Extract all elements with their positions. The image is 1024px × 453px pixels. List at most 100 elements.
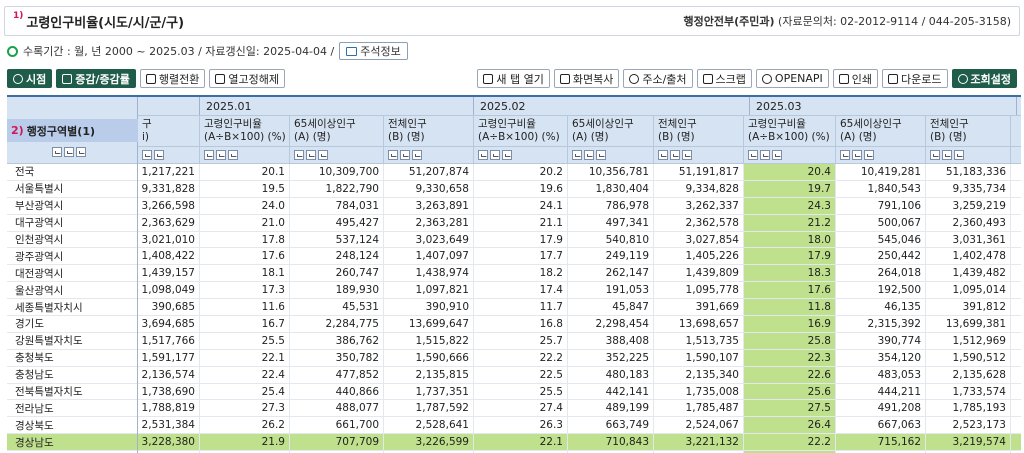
column-header[interactable]: 전체인구 (B) (명) <box>926 116 1011 146</box>
address-source-button[interactable]: 주소/출처 <box>623 69 693 88</box>
column-header[interactable]: 전체인구 (B) (명) <box>654 116 744 146</box>
collapse-icon[interactable] <box>682 150 692 160</box>
collapse-icon[interactable] <box>596 150 606 160</box>
row-dimension-label[interactable]: 2) 행정구역별(1) <box>7 119 138 142</box>
change-rate-button[interactable]: 증감/증감률 <box>56 69 136 88</box>
table-cell: 1,095,014 <box>926 282 1011 299</box>
row-name[interactable]: 경상북도 <box>7 417 137 435</box>
row-name[interactable]: 울산광역시 <box>7 282 137 300</box>
row-name[interactable]: 전라남도 <box>7 400 137 418</box>
row-name[interactable]: 충청남도 <box>7 367 137 384</box>
collapse-icon[interactable] <box>954 150 964 160</box>
sort-up-icon[interactable] <box>572 150 582 160</box>
table-cell: 1,439,157 <box>138 265 200 282</box>
sort-down-icon[interactable] <box>490 150 500 160</box>
row-name[interactable]: 경기도 <box>7 316 137 333</box>
column-header[interactable]: 전체인구 (B) (명) <box>384 116 474 146</box>
sort-up-icon[interactable] <box>930 150 940 160</box>
collapse-icon[interactable] <box>318 150 328 160</box>
column-header[interactable]: 65세이상인구 (A) (명) <box>836 116 926 146</box>
table-cell: 791,106 <box>836 197 926 214</box>
collapse-icon[interactable] <box>772 150 782 160</box>
page-title: 고령인구비율(시도/시/군/구) <box>26 15 185 31</box>
row-name[interactable]: 강원특별자치도 <box>7 333 137 350</box>
collapse-icon[interactable] <box>154 150 164 160</box>
sort-up-icon[interactable] <box>478 150 488 160</box>
column-header-row: 구 i) 고령인구비율 (A÷B×100) (%) 65세이상인구 (A) (명) 전체인구… <box>138 116 1021 147</box>
time-button[interactable]: 시점 <box>7 69 53 88</box>
note-info-button[interactable]: 주석정보 <box>339 42 408 60</box>
row-name[interactable]: 충청북도 <box>7 350 137 367</box>
column-header[interactable]: 고령인구비율 (A÷B×100) (%) <box>474 116 568 146</box>
row-name[interactable]: 대전광역시 <box>7 265 137 283</box>
collapse-icon[interactable] <box>502 150 512 160</box>
table-row: 1,439,157 18.1 260,747 1,438,974 18.2 262,147… <box>138 265 1021 283</box>
row-name[interactable]: 대구광역시 <box>7 215 137 232</box>
period-header[interactable]: 2025.02 <box>474 97 750 115</box>
pivot-button[interactable]: 행렬전환 <box>139 69 206 88</box>
table-row: 1,591,177 22.1 350,782 1,590,666 22.2 352,225… <box>138 349 1021 367</box>
sort-up-icon[interactable] <box>294 150 304 160</box>
sort-up-icon[interactable] <box>388 150 398 160</box>
row-name[interactable]: 서울특별시 <box>7 181 137 198</box>
row-name[interactable]: 전국 <box>7 164 137 181</box>
column-controls <box>926 147 1011 163</box>
sort-down-icon[interactable] <box>584 150 594 160</box>
sort-down-icon[interactable] <box>306 150 316 160</box>
sort-down-icon[interactable] <box>216 150 226 160</box>
table-cell: 442,141 <box>568 383 654 400</box>
contact-info: (자료문의처: 02-2012-9114 / 044-205-3158) <box>774 15 1011 28</box>
sort-up-icon[interactable] <box>52 147 62 157</box>
openapi-button[interactable]: OPENAPI <box>755 69 829 88</box>
table-cell: 45,531 <box>290 299 384 316</box>
download-button[interactable]: 다운로드 <box>882 69 948 88</box>
screen-copy-button[interactable]: 화면복사 <box>553 69 620 88</box>
screen-copy-label: 화면복사 <box>572 72 614 86</box>
table-cell: 2,360,493 <box>926 214 1011 231</box>
table-cell: 667,063 <box>836 417 926 434</box>
new-tab-label: 새 탭 열기 <box>496 72 544 86</box>
column-header-line: (A) (명) <box>840 131 877 143</box>
query-settings-button[interactable]: 조회설정 <box>951 69 1017 88</box>
table-cell: 19.6 <box>474 180 568 197</box>
period-header[interactable]: 2025.03 <box>750 97 1017 115</box>
row-name[interactable]: 부산광역시 <box>7 198 137 215</box>
collapse-icon[interactable] <box>228 150 238 160</box>
chart-icon <box>62 73 73 84</box>
sort-down-icon[interactable] <box>942 150 952 160</box>
collapse-icon[interactable] <box>76 147 86 157</box>
sort-down-icon[interactable] <box>852 150 862 160</box>
collapse-icon[interactable] <box>864 150 874 160</box>
column-header[interactable]: 고령인구비율 (A÷B×100) (%) <box>200 116 290 146</box>
column-header[interactable]: 고령인구비율 (A÷B×100) (%) <box>744 116 836 146</box>
sort-down-icon[interactable] <box>400 150 410 160</box>
print-button[interactable]: 인쇄 <box>832 69 879 88</box>
row-name[interactable]: 전북특별자치도 <box>7 384 137 401</box>
scrap-button[interactable]: 스크랩 <box>696 69 752 88</box>
sort-up-icon[interactable] <box>658 150 668 160</box>
row-name[interactable]: 세종특별자치시 <box>7 299 137 317</box>
table-row: 1,098,049 17.3 189,930 1,097,821 17.4 191,053… <box>138 282 1021 300</box>
column-header-line: (B) (명) <box>658 131 695 143</box>
unfreeze-button[interactable]: 열고정해제 <box>209 69 285 88</box>
row-name[interactable]: 인천광역시 <box>7 232 137 249</box>
table-cell: 11.7 <box>474 299 568 316</box>
sort-down-icon[interactable] <box>142 150 152 160</box>
sort-down-icon[interactable] <box>670 150 680 160</box>
sort-up-icon[interactable] <box>204 150 214 160</box>
table-cell: 191,053 <box>568 282 654 299</box>
table-cell: 545,046 <box>836 231 926 248</box>
row-name[interactable]: 경상남도 <box>7 434 137 452</box>
sort-up-icon[interactable] <box>748 150 758 160</box>
sort-down-icon[interactable] <box>64 147 74 157</box>
period-header[interactable]: 2025.01 <box>200 97 474 115</box>
sort-down-icon[interactable] <box>760 150 770 160</box>
collapse-icon[interactable] <box>412 150 422 160</box>
new-tab-button[interactable]: 새 탭 열기 <box>477 69 550 88</box>
column-header[interactable]: 65세이상인구 (A) (명) <box>290 116 384 146</box>
table-cell: 477,852 <box>290 366 384 383</box>
column-header[interactable]: 65세이상인구 (A) (명) <box>568 116 654 146</box>
sort-up-icon[interactable] <box>840 150 850 160</box>
table-cell: 710,843 <box>568 434 654 451</box>
row-name[interactable]: 광주광역시 <box>7 248 137 266</box>
